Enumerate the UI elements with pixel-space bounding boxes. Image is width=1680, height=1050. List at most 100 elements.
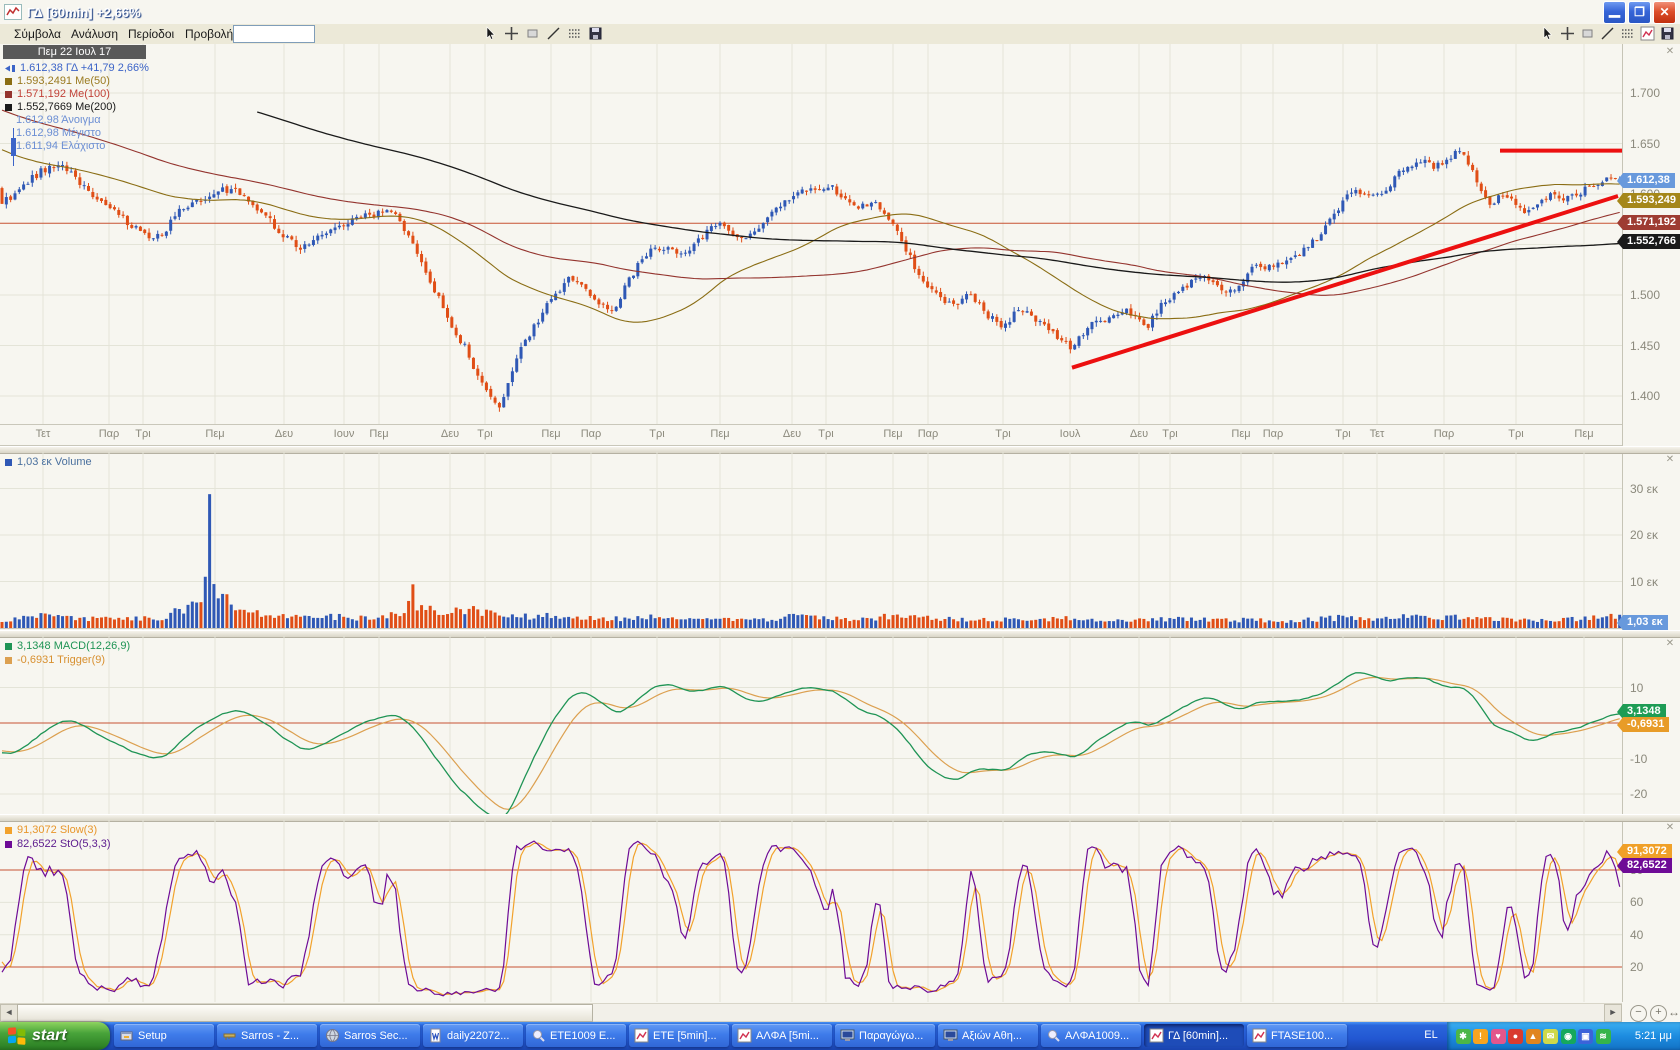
connection-icon[interactable]: ≋ xyxy=(1596,1029,1611,1044)
panel-close-button[interactable]: ✕ xyxy=(1664,822,1676,834)
save-icon[interactable] xyxy=(588,26,605,42)
magnifier-icon xyxy=(531,1028,546,1043)
date-label: Τρι xyxy=(463,428,507,440)
pointer-icon-right[interactable] xyxy=(1540,26,1557,42)
axis-tick: 1.650 xyxy=(1630,137,1660,151)
taskbar-item-label: daily22072... xyxy=(447,1030,509,1042)
restore-button[interactable]: ❐ xyxy=(1628,1,1651,24)
taskbar-item-1[interactable]: Setup xyxy=(114,1024,214,1047)
pointer-icon[interactable] xyxy=(483,26,500,42)
minimize-button[interactable]: ▁ xyxy=(1603,1,1626,24)
taskbar-item-8[interactable]: Παραγώγω... xyxy=(835,1024,935,1047)
taskbar-item-label: ΑΛΦΑ1009... xyxy=(1065,1030,1129,1042)
taskbar-item-label: Αξιών Αθη... xyxy=(962,1030,1022,1042)
menu-2[interactable]: Περίοδοι xyxy=(120,24,182,44)
axis-tick: -20 xyxy=(1630,787,1647,801)
taskbar: start Setup Sarros - Z...Sarros Sec... dai… xyxy=(0,1022,1680,1050)
taskbar-item-label: Setup xyxy=(138,1030,167,1042)
title-bar[interactable]: ΓΔ [60min] +2,66% ▁ ❐ ✕ xyxy=(0,0,1680,24)
scrollbar-thumb[interactable] xyxy=(17,1004,593,1022)
axis-tick: 20 xyxy=(1630,960,1643,974)
value-flag: 1.593,249 xyxy=(1623,193,1680,208)
symbol-input[interactable] xyxy=(233,25,315,43)
legend-row-2: 1.571,192 Me(100) xyxy=(5,88,110,100)
installer-icon xyxy=(119,1028,134,1043)
date-label: Πεμ xyxy=(698,428,742,440)
network-monitor-icon[interactable]: ▣ xyxy=(1578,1029,1593,1044)
trendline-icon-right[interactable] xyxy=(1600,26,1617,42)
pattern-icon[interactable] xyxy=(567,26,584,42)
taskbar-item-2[interactable]: Sarros - Z... xyxy=(217,1024,317,1047)
fit-button[interactable]: ↔ xyxy=(1668,1005,1680,1019)
main-price-chart xyxy=(0,44,1622,424)
crosshair-icon[interactable] xyxy=(504,26,521,42)
crosshair-icon-right[interactable] xyxy=(1560,26,1577,42)
taskbar-item-5[interactable]: ETE1009 E... xyxy=(526,1024,626,1047)
zoom-in-button[interactable]: + xyxy=(1650,1005,1667,1022)
value-flag: 1.552,766 xyxy=(1623,234,1680,249)
scanner-icon[interactable]: ◉ xyxy=(1561,1029,1576,1044)
taskbar-item-label: ΓΔ [60min]... xyxy=(1168,1030,1228,1042)
monitor-icon xyxy=(840,1028,855,1043)
legend-row-1: 1.593,2491 Me(50) xyxy=(5,75,110,87)
date-label: Παρ xyxy=(906,428,950,440)
date-label: Τρι xyxy=(1494,428,1538,440)
date-label: Τρι xyxy=(804,428,848,440)
chart-icon xyxy=(634,1028,649,1043)
magnifier-icon xyxy=(1046,1028,1061,1043)
close-button[interactable]: ✕ xyxy=(1653,1,1676,24)
menu-1[interactable]: Ανάλυση xyxy=(63,24,126,44)
axis-tick: 1.700 xyxy=(1630,86,1660,100)
taskbar-item-7[interactable]: ΑΛΦΑ [5mi... xyxy=(732,1024,832,1047)
start-button[interactable]: start xyxy=(0,1022,110,1050)
horizontal-scrollbar[interactable]: ◄ ► xyxy=(0,1003,1622,1022)
axis-tick: 20 εκ xyxy=(1630,528,1658,542)
scroll-right-button[interactable]: ► xyxy=(1604,1004,1622,1022)
menu-0[interactable]: Σύμβολα xyxy=(6,24,69,44)
date-label: Τρι xyxy=(981,428,1025,440)
panel-close-button[interactable]: ✕ xyxy=(1664,46,1676,58)
taskbar-item-label: ΑΛΦΑ [5mi... xyxy=(756,1030,819,1042)
cursor-date-header: Πεμ 22 Ιουλ 17 xyxy=(3,45,146,59)
value-flag: 1.612,38 xyxy=(1623,173,1675,188)
status-red-icon[interactable]: ● xyxy=(1508,1029,1523,1044)
antivirus-status-icon[interactable]: ✱ xyxy=(1456,1029,1471,1044)
pattern-icon-right[interactable] xyxy=(1620,26,1637,42)
date-label: Τρι xyxy=(121,428,165,440)
taskbar-item-6[interactable]: ETE [5min]... xyxy=(629,1024,729,1047)
taskbar-item-9[interactable]: Αξιών Αθη... xyxy=(938,1024,1038,1047)
update-icon[interactable]: ▲ xyxy=(1526,1029,1541,1044)
taskbar-item-10[interactable]: ΑΛΦΑ1009... xyxy=(1041,1024,1141,1047)
date-label: Παρ xyxy=(1251,428,1295,440)
chart-icon xyxy=(1149,1028,1164,1043)
panel-close-button[interactable]: ✕ xyxy=(1664,638,1676,650)
app-chart-icon xyxy=(4,4,22,20)
axis-tick: 1.450 xyxy=(1630,339,1660,353)
axis-tick: 1.500 xyxy=(1630,288,1660,302)
axis-tick: -10 xyxy=(1630,752,1647,766)
select-box-icon-right[interactable] xyxy=(1580,26,1597,42)
scroll-left-button[interactable]: ◄ xyxy=(0,1004,18,1022)
taskbar-item-3[interactable]: Sarros Sec... xyxy=(320,1024,420,1047)
taskbar-item-11[interactable]: ΓΔ [60min]... xyxy=(1144,1024,1244,1047)
security-alert-icon[interactable]: ! xyxy=(1473,1029,1488,1044)
panel-close-button[interactable]: ✕ xyxy=(1664,454,1676,466)
trendline-icon[interactable] xyxy=(546,26,563,42)
messenger-icon[interactable]: ♥ xyxy=(1491,1029,1506,1044)
select-box-icon[interactable] xyxy=(525,26,542,42)
windows-logo-icon xyxy=(6,1025,28,1047)
legend-row-5: 1.612,98 Μέγιστο xyxy=(16,127,101,139)
menu-3[interactable]: Προβολή xyxy=(177,24,241,44)
zoom-out-button[interactable]: − xyxy=(1630,1005,1647,1022)
chart-icon-right[interactable] xyxy=(1640,26,1657,42)
date-label: Τρι xyxy=(635,428,679,440)
legend-row-0: 1.612,38 ΓΔ +41,79 2,66% xyxy=(5,62,149,74)
indicator-legend: 91,3072 Slow(3) xyxy=(5,824,97,836)
taskbar-item-12[interactable]: FTASE100... xyxy=(1247,1024,1347,1047)
mail-icon[interactable]: ✉ xyxy=(1543,1029,1558,1044)
language-indicator[interactable]: EL xyxy=(1418,1024,1444,1047)
taskbar-item-label: ETE [5min]... xyxy=(653,1030,717,1042)
chart-icon xyxy=(737,1028,752,1043)
taskbar-item-4[interactable]: daily22072... xyxy=(423,1024,523,1047)
save-icon-right[interactable] xyxy=(1660,26,1677,42)
